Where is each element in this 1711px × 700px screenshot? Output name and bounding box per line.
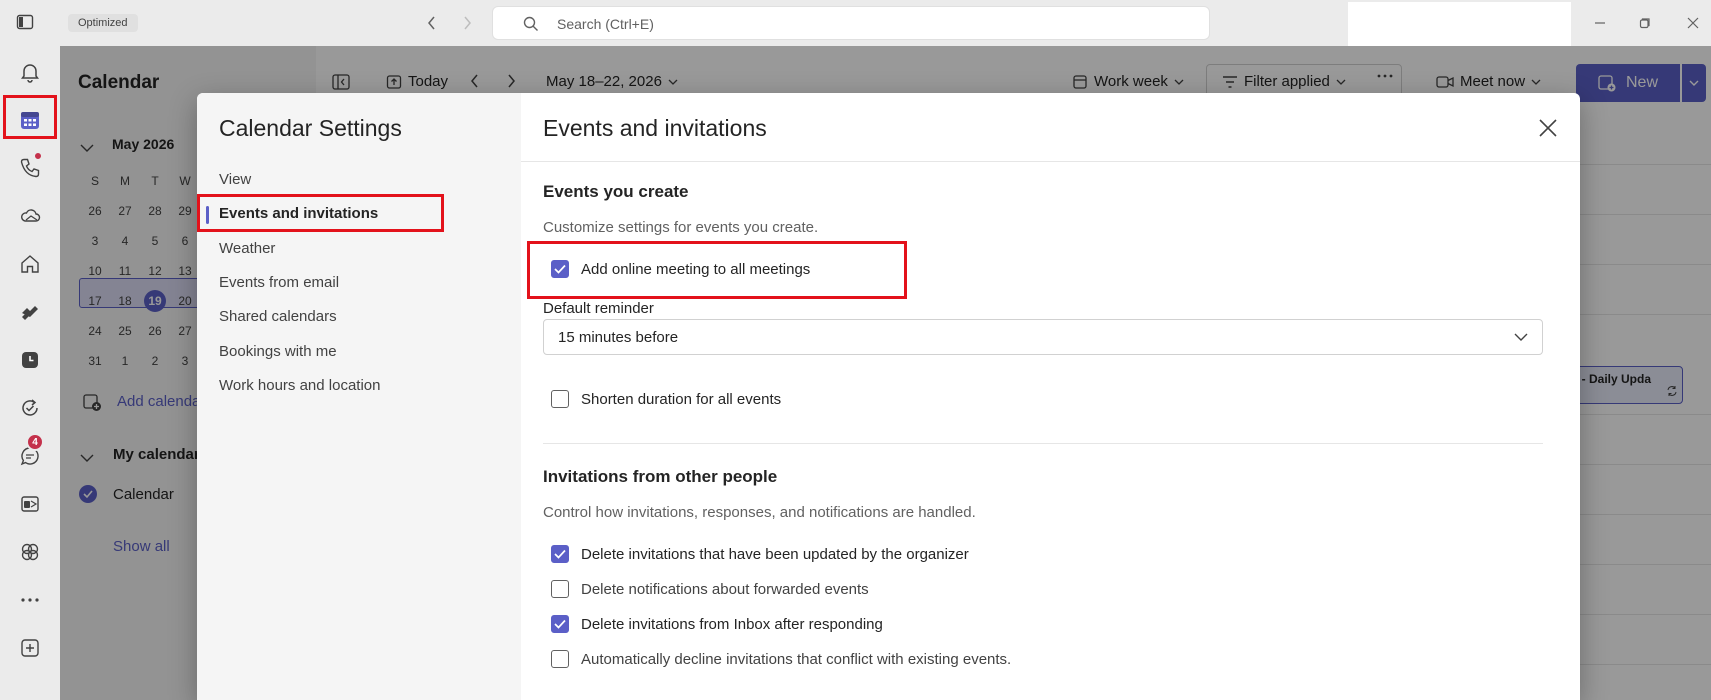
calls-notification-dot [33,151,43,161]
rail-more-apps[interactable] [8,578,52,622]
settings-section-title: Events and invitations [543,115,767,141]
app-rail: 4 [0,46,60,700]
settings-nav-view[interactable]: View [219,171,251,188]
more-icon [21,598,39,602]
invitation-option[interactable]: Delete invitations that have been update… [551,545,969,563]
rail-shifts[interactable] [8,338,52,382]
checkmark-icon [554,549,566,559]
invitation-option-label: Automatically decline invitations that c… [581,650,1012,668]
optimized-tag: Optimized [68,14,138,32]
rail-activity[interactable] [8,50,52,94]
invitation-option[interactable]: Delete notifications about forwarded eve… [551,580,869,598]
highlight-box-online-meeting [527,241,907,299]
close-window-icon[interactable] [1681,12,1705,34]
title-blank-area [1348,2,1571,48]
calendar-settings-dialog: Calendar Settings View Events and invita… [197,93,1580,700]
invitation-option[interactable]: Automatically decline invitations that c… [551,650,1011,668]
default-reminder-select[interactable]: 15 minutes before [543,319,1543,355]
invitation-option-label: Delete notifications about forwarded eve… [581,580,869,598]
chat-unread-badge: 4 [26,433,44,451]
add-app-icon [21,639,39,657]
checkmark-icon [554,619,566,629]
cloud-icon [21,209,41,222]
events-you-create-desc: Customize settings for events you create… [543,219,819,236]
back-arrow-icon[interactable] [421,12,443,34]
copilot-icon [21,543,39,561]
rail-chat[interactable]: 4 [8,433,52,478]
auto-decline-conflicts-checkbox[interactable] [551,650,569,668]
clock-app-icon [22,352,38,368]
chevron-down-icon [1514,330,1528,349]
delete-after-responding-checkbox[interactable] [551,615,569,633]
rail-home[interactable] [8,242,52,286]
approvals-icon [22,399,38,416]
highlight-box-rail-calendar [3,95,57,139]
section-divider [543,443,1543,444]
bell-icon [21,64,39,83]
invitation-option-label: Delete invitations that have been update… [581,545,969,563]
search-input[interactable]: Search (Ctrl+E) [492,6,1210,40]
rail-outlook[interactable] [8,482,52,526]
forward-arrow-icon[interactable] [456,12,478,34]
minimize-icon[interactable] [1588,12,1612,34]
invitation-option-label: Delete invitations from Inbox after resp… [581,615,883,633]
settings-nav-weather[interactable]: Weather [219,240,275,257]
dialog-header-divider [521,161,1580,162]
home-icon [21,255,39,273]
invitations-desc: Control how invitations, responses, and … [543,504,976,521]
title-bar: Optimized Search (Ctrl+E) [0,0,1711,48]
settings-dialog-title: Calendar Settings [219,115,402,141]
events-you-create-heading: Events you create [543,182,689,201]
settings-nav-shared-calendars[interactable]: Shared calendars [219,308,337,325]
settings-nav-work-hours-and-location[interactable]: Work hours and location [219,377,380,394]
search-placeholder: Search (Ctrl+E) [557,16,654,32]
invitations-heading: Invitations from other people [543,467,778,486]
rail-onedrive[interactable] [8,194,52,238]
settings-nav-events-from-email[interactable]: Events from email [219,274,339,291]
outlook-icon [21,496,39,512]
restore-icon[interactable] [1633,12,1657,34]
settings-nav-pane: Calendar Settings View Events and invita… [197,93,521,700]
rail-add-app[interactable] [8,626,52,670]
search-icon [523,16,538,31]
highlight-box-events-nav [197,194,444,232]
delete-forwarded-notifications-checkbox[interactable] [551,580,569,598]
settings-nav-bookings-with-me[interactable]: Bookings with me [219,343,337,360]
rail-calls[interactable] [8,146,52,190]
shorten-duration-checkbox[interactable] [551,390,569,408]
sidebar-toggle-icon[interactable] [16,13,34,31]
delete-updated-invitations-checkbox[interactable] [551,545,569,563]
rail-planner[interactable] [8,290,52,334]
default-reminder-value: 15 minutes before [558,329,679,346]
planner-icon [22,306,38,320]
rail-approvals[interactable] [8,386,52,430]
shorten-duration-option[interactable]: Shorten duration for all events [551,390,781,408]
shorten-duration-label: Shorten duration for all events [581,390,782,408]
rail-copilot[interactable] [8,530,52,574]
invitation-option[interactable]: Delete invitations from Inbox after resp… [551,615,883,633]
close-icon [1539,119,1557,137]
close-dialog-button[interactable] [1533,113,1563,143]
default-reminder-label: Default reminder [543,300,654,317]
